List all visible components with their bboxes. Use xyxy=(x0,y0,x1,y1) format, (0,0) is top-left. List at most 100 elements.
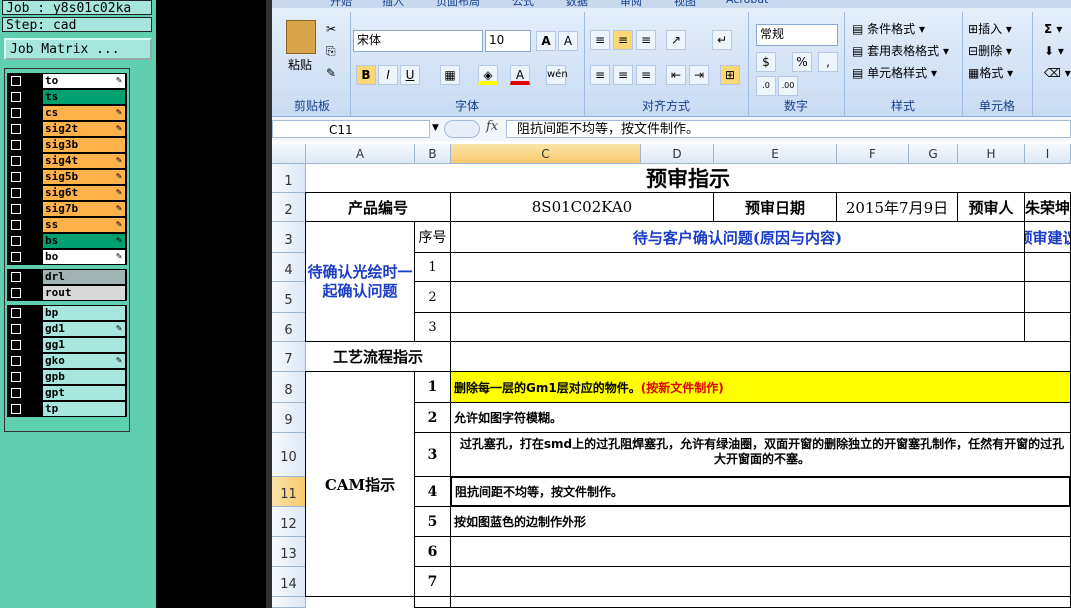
clear-icon[interactable]: ⌫ ▾ xyxy=(1044,64,1071,82)
border-icon[interactable]: ▦ xyxy=(440,65,460,85)
row-header[interactable]: 9 xyxy=(272,403,306,433)
layer-name[interactable]: gg1 xyxy=(43,338,125,352)
advice-header[interactable]: 预审建议 xyxy=(1024,221,1071,253)
row-header[interactable]: 11 xyxy=(272,477,306,507)
row-header[interactable]: 14 xyxy=(272,567,306,597)
row-header[interactable]: 10 xyxy=(272,433,306,477)
layer-checkbox[interactable] xyxy=(11,188,21,198)
layer-row[interactable]: sig4t ✎ xyxy=(7,153,127,169)
column-header-d[interactable]: D xyxy=(641,144,714,164)
grow-font-icon[interactable]: A xyxy=(536,31,556,51)
cam-instruction[interactable]: 删除每一层的Gm1层对应的物件。 (按新文件制作) xyxy=(450,371,1071,403)
column-header-e[interactable]: E xyxy=(714,144,837,164)
align-center-icon[interactable]: ≡ xyxy=(613,65,633,85)
column-header-i[interactable]: I xyxy=(1025,144,1071,164)
comma-icon[interactable]: , xyxy=(818,52,838,72)
confirm-advice-cell[interactable] xyxy=(1024,281,1071,313)
layer-name[interactable]: gd1 ✎ xyxy=(43,322,125,336)
layer-checkbox[interactable] xyxy=(11,372,21,382)
layer-checkbox[interactable] xyxy=(11,272,21,282)
cam-seq[interactable]: 6 xyxy=(414,536,451,567)
italic-icon[interactable]: I xyxy=(378,65,398,85)
row-header[interactable]: 5 xyxy=(272,282,306,313)
fill-icon[interactable]: ⬇ ▾ xyxy=(1044,42,1064,60)
name-box-dropdown-icon[interactable]: ▼ xyxy=(432,123,439,133)
row-header[interactable]: 13 xyxy=(272,537,306,567)
decrease-decimal-icon[interactable]: .00 xyxy=(778,76,798,96)
align-right-icon[interactable]: ≡ xyxy=(636,65,656,85)
fx-icon[interactable]: fx xyxy=(486,119,498,134)
product-no-label[interactable]: 产品编号 xyxy=(305,192,451,222)
layer-checkbox[interactable] xyxy=(11,340,21,350)
number-format-select[interactable]: 常规 xyxy=(756,24,838,46)
layer-row[interactable]: sig6t ✎ xyxy=(7,185,127,201)
cam-instruction[interactable]: 按如图蓝色的边制作外形 xyxy=(450,506,1071,537)
layer-checkbox[interactable] xyxy=(11,308,21,318)
name-box[interactable]: C11 xyxy=(272,120,430,138)
confirm-advice-cell[interactable] xyxy=(1024,252,1071,282)
underline-icon[interactable]: U xyxy=(400,65,420,85)
orientation-icon[interactable]: ↗ xyxy=(666,30,686,50)
layer-checkbox[interactable] xyxy=(11,204,21,214)
decrease-indent-icon[interactable]: ⇤ xyxy=(666,65,686,85)
cam-label[interactable]: CAM指示 xyxy=(305,371,415,597)
layer-row[interactable]: gg1 xyxy=(7,337,127,353)
align-top-icon[interactable]: ≡ xyxy=(590,30,610,50)
layer-name[interactable]: gko ✎ xyxy=(43,354,125,368)
layer-row[interactable]: ss ✎ xyxy=(7,217,127,233)
layer-checkbox[interactable] xyxy=(11,236,21,246)
product-no-value[interactable]: 8S01C02KA0 xyxy=(450,192,714,222)
layer-name[interactable]: bs ✎ xyxy=(43,234,125,248)
confirm-advice-cell[interactable] xyxy=(1024,312,1071,342)
review-date-label[interactable]: 预审日期 xyxy=(713,192,837,222)
layer-row[interactable]: tp xyxy=(7,401,127,417)
cut-icon[interactable]: ✂ xyxy=(326,20,336,38)
cam-seq[interactable]: 1 xyxy=(414,371,451,403)
confirm-issue-cell[interactable] xyxy=(450,252,1025,282)
cam-instruction[interactable]: 过孔塞孔，打在smd上的过孔阻焊塞孔，允许有绿油圈，双面开窗的删除独立的开窗塞孔… xyxy=(450,432,1071,477)
cam-seq[interactable]: 3 xyxy=(414,432,451,477)
layer-row[interactable]: ts xyxy=(7,89,127,105)
increase-indent-icon[interactable]: ⇥ xyxy=(689,65,709,85)
process-cell[interactable] xyxy=(450,341,1071,372)
layer-row[interactable]: sig3b xyxy=(7,137,127,153)
column-header-a[interactable]: A xyxy=(306,144,415,164)
row-header[interactable]: 1 xyxy=(272,164,306,193)
row-header[interactable]: 8 xyxy=(272,372,306,403)
layer-name[interactable]: sig2t ✎ xyxy=(43,122,125,136)
confirm-issue-cell[interactable] xyxy=(450,312,1025,342)
formula-bar-handle[interactable] xyxy=(444,120,480,138)
layer-checkbox[interactable] xyxy=(11,252,21,262)
phonetic-icon[interactable]: wén xyxy=(546,65,568,85)
layer-name[interactable]: gpt xyxy=(43,386,125,400)
layer-checkbox[interactable] xyxy=(11,92,21,102)
column-header-f[interactable]: F xyxy=(837,144,909,164)
font-name-select[interactable]: 宋体 xyxy=(353,30,483,52)
cam-instruction[interactable] xyxy=(450,536,1071,567)
layer-row[interactable]: gko ✎ xyxy=(7,353,127,369)
layer-checkbox[interactable] xyxy=(11,108,21,118)
cam-seq[interactable]: 7 xyxy=(414,566,451,597)
row-header[interactable]: 12 xyxy=(272,507,306,537)
conditional-format-button[interactable]: ▤ 条件格式 ▾ xyxy=(852,20,925,38)
confirm-seq[interactable]: 3 xyxy=(414,312,451,342)
fill-color-icon[interactable]: ◈ xyxy=(478,65,498,85)
layer-row[interactable]: cs ✎ xyxy=(7,105,127,121)
reviewer-label[interactable]: 预审人 xyxy=(957,192,1025,222)
row-header[interactable] xyxy=(272,597,306,608)
layer-name[interactable]: bp xyxy=(43,306,125,320)
ribbon-tab[interactable]: Acrobat xyxy=(726,0,768,6)
layer-checkbox[interactable] xyxy=(11,140,21,150)
copy-icon[interactable]: ⎘ xyxy=(326,42,336,60)
reviewer-value[interactable]: 朱荣坤 xyxy=(1024,192,1071,222)
confirm-seq[interactable]: 1 xyxy=(414,252,451,282)
row-header[interactable]: 2 xyxy=(272,193,306,222)
layer-name[interactable]: bo ✎ xyxy=(43,250,125,264)
select-all-corner[interactable] xyxy=(272,144,306,164)
cam-seq[interactable]: 5 xyxy=(414,506,451,537)
layer-name[interactable]: rout xyxy=(43,286,125,300)
layer-row[interactable]: drl xyxy=(7,269,127,285)
layer-row[interactable]: rout xyxy=(7,285,127,301)
process-label[interactable]: 工艺流程指示 xyxy=(305,341,451,372)
layer-name[interactable]: sig5b ✎ xyxy=(43,170,125,184)
